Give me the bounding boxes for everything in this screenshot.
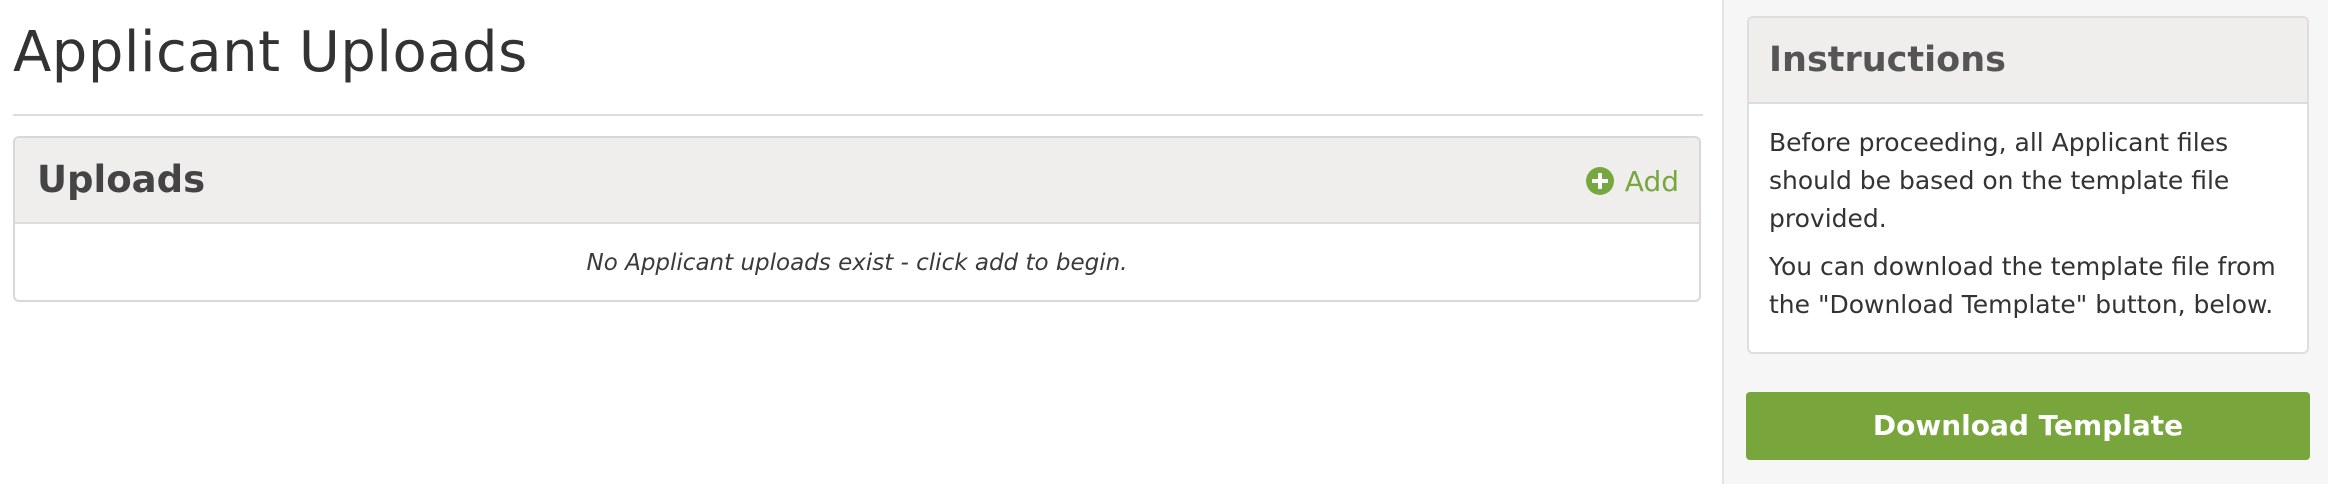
instructions-paragraph: You can download the template file from … [1769,252,2276,319]
empty-state-message: No Applicant uploads exist - click add t… [586,250,1128,276]
uploads-panel-header: Uploads Add [15,138,1699,224]
add-upload-button[interactable]: Add [1585,163,1679,199]
main-content: Applicant Uploads Uploads Add No Applica… [0,0,1722,484]
instructions-panel-header: Instructions [1749,18,2307,104]
instructions-panel: Instructions Before proceeding, all Appl… [1747,16,2309,354]
sidebar: Instructions Before proceeding, all Appl… [1722,0,2328,484]
instructions-paragraph: Before proceeding, all Applicant files s… [1769,128,2230,233]
page-title: Applicant Uploads [13,20,528,85]
download-template-button[interactable]: Download Template [1746,392,2310,460]
plus-circle-icon [1585,167,1614,195]
instructions-body: Before proceeding, all Applicant files s… [1769,124,2293,334]
uploads-panel: Uploads Add No Applicant uploads exist -… [13,136,1701,302]
title-divider [13,114,1703,116]
uploads-panel-title: Uploads [37,158,206,201]
add-upload-label: Add [1624,164,1679,198]
instructions-title: Instructions [1769,40,2006,80]
